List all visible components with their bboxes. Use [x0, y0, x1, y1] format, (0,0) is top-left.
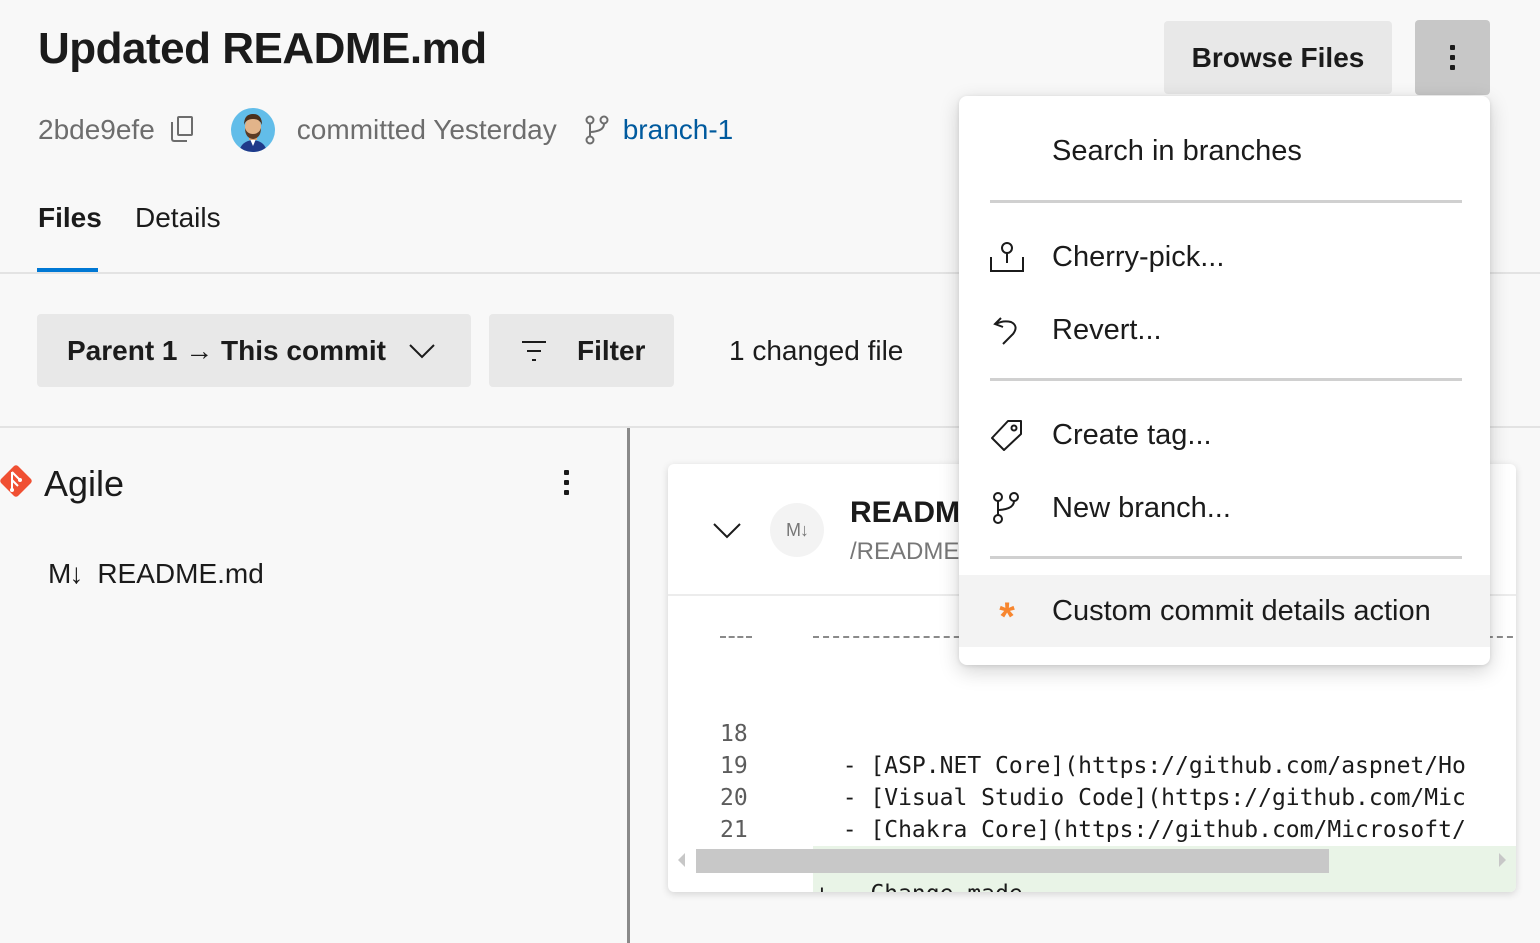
- code-line-added: 22 + - Change made: [668, 814, 1516, 892]
- menu-item-label: New branch...: [1052, 491, 1231, 524]
- avatar[interactable]: [230, 108, 275, 152]
- scroll-left-icon[interactable]: [678, 853, 685, 867]
- repo-more-button[interactable]: [558, 470, 574, 496]
- menu-item-label: Search in branches: [1052, 134, 1302, 167]
- commit-meta: 2bde9efe committed Yesterday branch-1: [38, 106, 733, 154]
- menu-divider: [990, 556, 1462, 559]
- copy-icon[interactable]: [170, 116, 195, 144]
- more-actions-button[interactable]: [1415, 20, 1490, 95]
- file-tree-item[interactable]: M↓ README.md: [48, 558, 264, 590]
- chevron-down-icon: [409, 343, 435, 358]
- tab-files[interactable]: Files: [38, 202, 102, 234]
- cherry-pick-icon: [989, 239, 1025, 275]
- code-line: 19 - [Visual Studio Code](https://github…: [668, 718, 1516, 811]
- revert-icon: [989, 312, 1025, 348]
- branch-icon: [585, 115, 609, 145]
- scroll-right-icon[interactable]: [1499, 853, 1506, 867]
- scrollbar-thumb[interactable]: [696, 849, 1329, 873]
- asterisk-icon: *: [999, 595, 1015, 639]
- repo-name[interactable]: Agile: [44, 463, 124, 505]
- chevron-down-icon[interactable]: [712, 522, 742, 540]
- menu-item-create-tag[interactable]: Create tag...: [959, 400, 1490, 470]
- menu-item-custom-commit-action[interactable]: * Custom commit details action: [959, 575, 1490, 647]
- tab-details[interactable]: Details: [135, 202, 221, 234]
- menu-divider: [990, 378, 1462, 381]
- page-title: Updated README.md: [38, 24, 487, 73]
- filter-label: Filter: [577, 334, 646, 366]
- commit-actions-menu: Search in branches Cherry-pick... Revert…: [959, 96, 1490, 665]
- menu-item-cherry-pick[interactable]: Cherry-pick...: [959, 222, 1490, 292]
- menu-item-label: Create tag...: [1052, 418, 1212, 451]
- menu-item-label: Cherry-pick...: [1052, 240, 1225, 273]
- menu-item-revert[interactable]: Revert...: [959, 295, 1490, 365]
- compare-dropdown[interactable]: Parent 1 → This commit: [37, 314, 471, 387]
- menu-item-search-in-branches[interactable]: Search in branches: [959, 116, 1490, 186]
- filter-button[interactable]: Filter: [489, 314, 674, 387]
- line-text: + - Change made: [813, 878, 1516, 892]
- branch-link[interactable]: branch-1: [623, 114, 734, 146]
- pane-splitter[interactable]: [627, 428, 630, 943]
- menu-divider: [990, 200, 1462, 203]
- file-name: README.md: [97, 558, 264, 589]
- more-icon: [563, 470, 569, 475]
- changed-file-count: 1 changed file: [729, 335, 904, 366]
- filter-icon: [522, 340, 546, 361]
- compare-label: Parent 1 → This commit: [67, 334, 386, 366]
- markdown-icon: M↓: [770, 503, 824, 557]
- branch-icon: [989, 490, 1025, 526]
- git-repo-icon: [0, 465, 32, 497]
- tag-icon: [989, 417, 1025, 453]
- menu-item-label: Revert...: [1052, 313, 1162, 346]
- hunk-separator: [720, 636, 752, 640]
- more-icon: [1450, 45, 1455, 50]
- browse-files-button[interactable]: Browse Files: [1164, 21, 1392, 94]
- markdown-icon: M↓: [48, 558, 83, 589]
- code-line: 20 - [Chakra Core](https://github.com/Mi…: [668, 750, 1516, 843]
- code-line-added: 21 +: [668, 782, 1516, 878]
- horizontal-scrollbar[interactable]: [668, 847, 1516, 873]
- committed-time: committed Yesterday: [296, 114, 557, 145]
- menu-item-new-branch[interactable]: New branch...: [959, 473, 1490, 543]
- menu-item-label: Custom commit details action: [1052, 594, 1431, 627]
- commit-hash: 2bde9efe: [38, 114, 155, 145]
- code-line: 18 - [ASP.NET Core](https://github.com/a…: [668, 686, 1516, 779]
